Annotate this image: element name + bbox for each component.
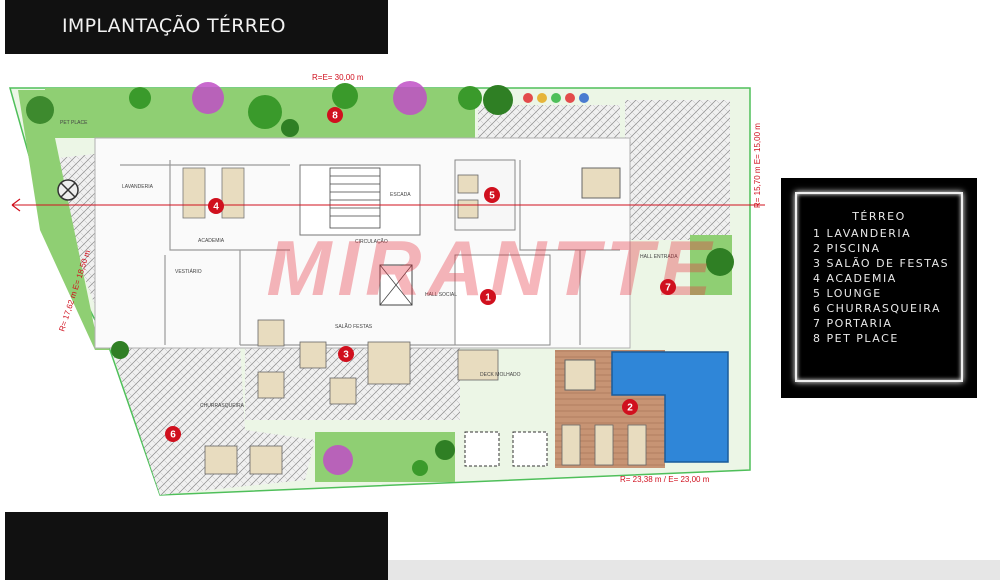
label-academia: ACADEMIA [198,238,225,244]
label-vestiario: VESTIÁRIO [175,268,202,275]
legend-item: 6 CHURRASQUEIRA [813,302,941,315]
dimension-top: R=E= 30,00 m [312,73,364,82]
legend-item: 8 PET PLACE [813,332,899,345]
legend-frame: TÉRREO 1 LAVANDERIA 2 PISCINA 3 SALÃO DE… [795,192,963,382]
label-churrasqueira: CHURRASQUEIRA [200,403,245,409]
label-salao-festas: SALÃO FESTAS [335,323,373,330]
legend-title: TÉRREO [852,210,906,223]
dimension-right: R= 15,70 m E= 15,00 m [753,123,762,208]
label-deck-molhado: DECK MOLHADO [480,372,521,378]
legend-item: 7 PORTARIA [813,317,893,330]
bottom-edge [388,560,1000,580]
marker-1-label: 1 [485,293,491,304]
paving-right [625,100,730,240]
legend-item: 4 ACADEMIA [813,272,897,285]
sun-loungers [561,424,647,466]
deck-table [564,359,596,391]
legend-panel: TÉRREO 1 LAVANDERIA 2 PISCINA 3 SALÃO DE… [781,178,977,398]
legend-item: 1 LAVANDERIA [813,227,912,240]
label-lavanderia: LAVANDERIA [122,184,154,190]
site-plan: LAVANDERIA ACADEMIA ESCADA CIRCULAÇÃO SA… [0,54,765,512]
page-title: IMPLANTAÇÃO TÉRREO [62,15,286,37]
reception-desk [581,167,621,199]
marker-4-label: 4 [213,202,219,213]
dimension-bottom: R= 23,38 m / E= 23,00 m [620,475,710,484]
legend-item: 5 LOUNGE [813,287,882,300]
label-pet-place: PET PLACE [60,120,88,126]
footer-bar [5,511,388,580]
marker-6-label: 6 [170,430,176,441]
legend-item: 2 PISCINA [813,242,881,255]
label-escada: ESCADA [390,192,411,198]
legend-item: 3 SALÃO DE FESTAS [813,257,950,270]
marker-7-label: 7 [665,283,671,294]
stair [329,167,381,229]
marker-5-label: 5 [489,191,495,202]
marker-3-label: 3 [343,350,349,361]
marker-8-label: 8 [332,111,338,122]
marker-2-label: 2 [627,403,633,414]
legend-list: 1 LAVANDERIA 2 PISCINA 3 SALÃO DE FESTAS… [813,226,949,346]
